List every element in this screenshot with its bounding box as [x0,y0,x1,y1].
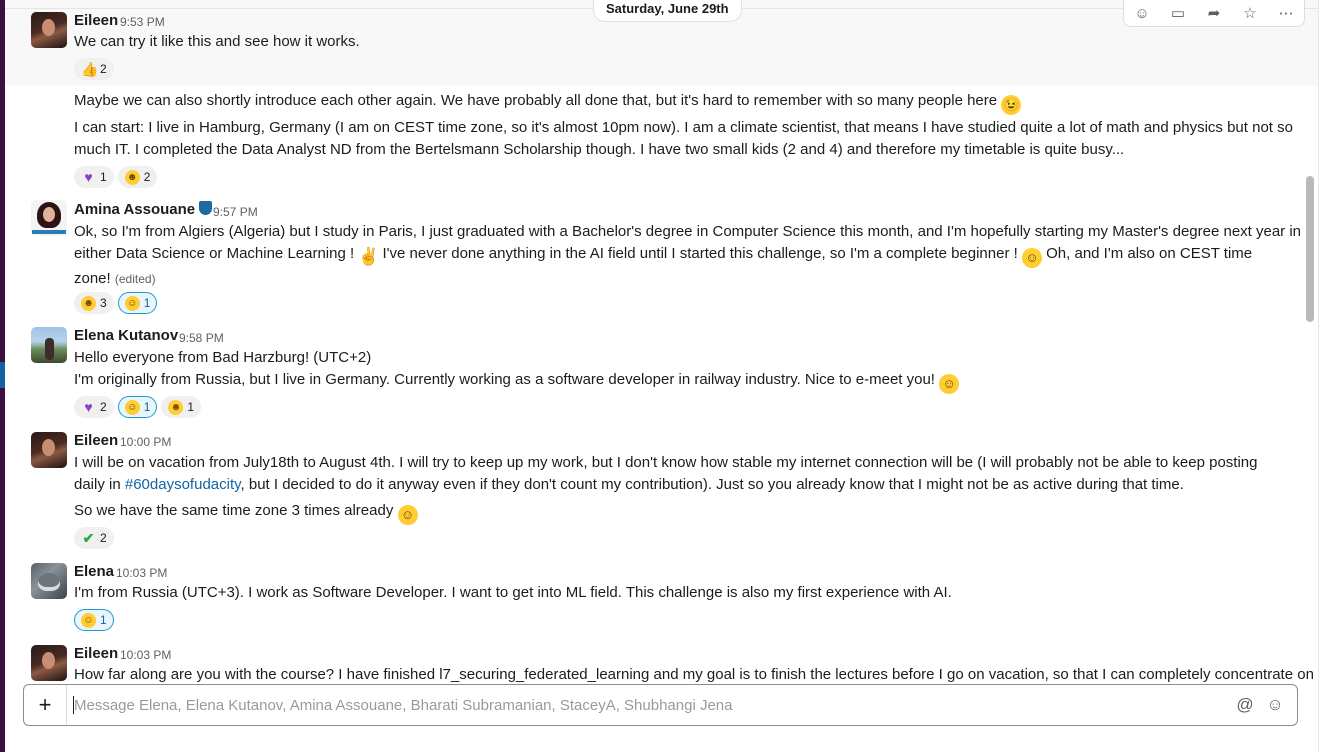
message-author[interactable]: Eileen [74,432,118,449]
message-timestamp[interactable]: 10:03 PM [116,566,167,580]
purple-heart-icon: ♥ [84,168,93,185]
more-actions-icon[interactable]: ⋯ [1272,4,1300,22]
message-text: Maybe we can also shortly introduce each… [74,90,1022,115]
avatar[interactable] [31,645,67,681]
hugging-face-icon: ☺ [939,374,960,394]
wink-emoji-icon: 😉 [1001,95,1022,115]
message-author[interactable]: Amina Assouane [74,201,213,218]
reactions-bar: 👍 2 [74,58,114,80]
purple-heart-icon: ♥ [84,398,93,415]
reactions-bar: ☻ 3 ☺ 1 [74,292,158,314]
message-input[interactable] [74,694,1224,716]
emoji-picker-icon[interactable]: ☺ [1264,694,1286,716]
reaction-grinning[interactable]: ☻ 2 [117,166,158,188]
reaction-thumbs-up[interactable]: 👍 2 [74,58,114,80]
mention-at-icon[interactable]: @ [1234,694,1256,716]
avatar[interactable] [31,327,67,363]
date-divider[interactable]: Saturday, June 29th [593,0,742,22]
message-text: I will be on vacation from July18th to A… [74,454,1258,493]
reactions-bar: ♥ 1 ☻ 2 [74,166,158,188]
avatar[interactable] [31,432,67,468]
crossed-fingers-icon: ✌ [358,247,380,266]
slightly-smiling-face-icon: ☺ [1021,248,1042,268]
avatar[interactable] [31,563,67,599]
scrollbar-track[interactable] [1318,0,1340,752]
avatar[interactable] [31,12,67,48]
smiley-face-icon: ☺ [81,612,96,628]
reactions-bar: ✔ 2 [74,527,114,549]
message-author[interactable]: Elena Kutanov [74,327,178,344]
reaction-smiley[interactable]: ☺ 1 [117,292,158,314]
check-mark-icon: ✔ [82,529,95,546]
message-actions-toolbar: ☺ ▭ ➦ ☆ ⋯ [1123,0,1305,27]
reaction-purple-heart[interactable]: ♥ 1 [74,166,114,188]
grinning-face-icon: ☻ [168,399,184,415]
add-reaction-icon[interactable]: ☺ [1128,5,1156,22]
reaction-grinning[interactable]: ☻ 3 [74,292,114,314]
message-timestamp[interactable]: 9:58 PM [179,331,224,345]
grinning-face-icon: ☻ [124,169,140,185]
message-author[interactable]: Eileen [74,645,118,662]
reaction-purple-heart[interactable]: ♥ 2 [74,396,114,418]
plus-icon[interactable]: + [24,685,67,725]
reaction-smiley[interactable]: ☺ 1 [117,396,158,418]
message-composer: + @ ☺ [23,684,1298,726]
reaction-white-check-mark[interactable]: ✔ 2 [74,527,114,549]
message-author[interactable]: Elena [74,563,114,580]
slightly-smiling-face-icon: ☺ [397,505,418,525]
reactions-bar: ♥ 2 ☺ 1 ☻ 1 [74,396,202,418]
avatar[interactable] [31,200,67,236]
scrollbar-thumb[interactable] [1306,176,1314,322]
reaction-smiley[interactable]: ☺ 1 [74,609,114,631]
message-text: Hello everyone from Bad Harzburg! (UTC+2… [74,347,960,394]
message-timestamp[interactable]: 10:03 PM [120,648,171,662]
message-text: How far along are you with the course? I… [74,666,1314,683]
message-list[interactable]: Saturday, June 29th ☺ ▭ ➦ ☆ ⋯ Eileen 9:5… [5,0,1318,686]
share-message-icon[interactable]: ➦ [1200,4,1228,22]
smiley-face-icon: ☺ [124,399,140,415]
message-author[interactable]: Eileen [74,12,118,29]
message-text: Ok, so I'm from Algiers (Algeria) but I … [74,223,1302,287]
thumbs-up-icon: 👍 [81,60,99,77]
message-text: We can try it like this and see how it w… [74,33,360,50]
channel-link[interactable]: #60daysofudacity [125,476,241,493]
message-text: I'm from Russia (UTC+3). I work as Softw… [74,584,952,601]
reactions-bar: ☺ 1 [74,609,114,631]
reply-in-thread-icon[interactable]: ▭ [1164,4,1192,22]
shield-badge-icon [199,201,213,215]
message-timestamp[interactable]: 10:00 PM [120,435,171,449]
smiley-face-icon: ☺ [124,295,140,311]
message-timestamp[interactable]: 9:53 PM [120,15,165,29]
message-text: So we have the same time zone 3 times al… [74,500,418,525]
message-text: I can start: I live in Hamburg, Germany … [74,119,1293,158]
save-star-icon[interactable]: ☆ [1236,4,1264,22]
reaction-grinning[interactable]: ☻ 1 [161,396,202,418]
grinning-face-icon: ☻ [81,295,96,311]
message-timestamp[interactable]: 9:57 PM [213,205,258,219]
